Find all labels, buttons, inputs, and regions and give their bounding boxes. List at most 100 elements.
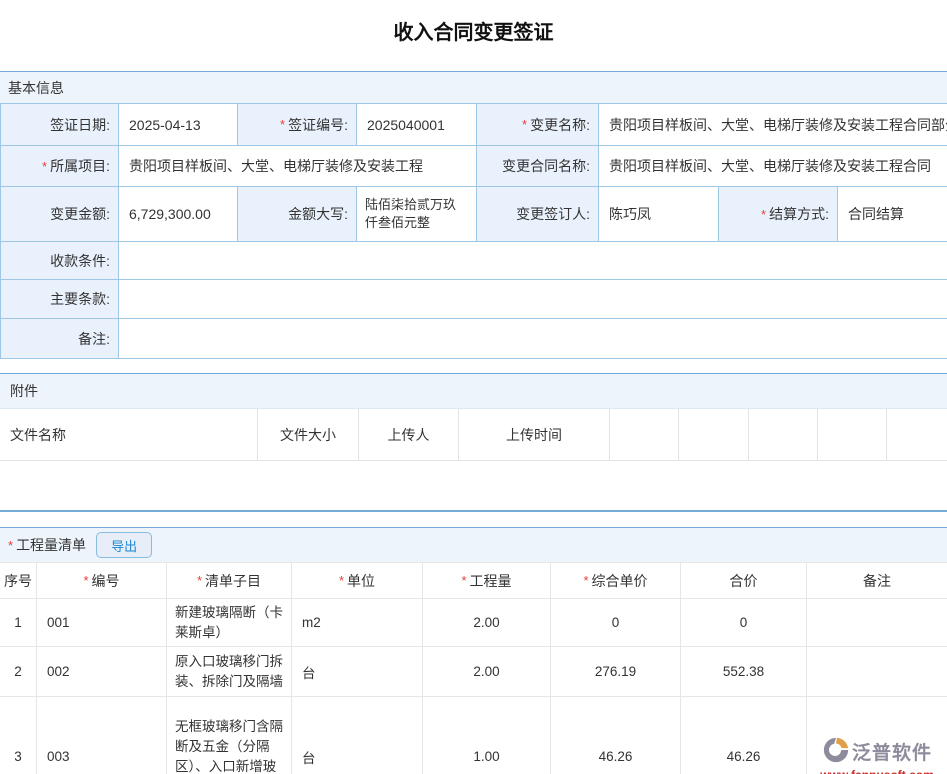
boq-row-qty[interactable]: 1.00 (423, 697, 551, 774)
sign-no-field[interactable]: 2025040001 (357, 104, 477, 146)
boq-col-label: 工程量 (470, 571, 512, 591)
required-asterisk: * (83, 573, 88, 588)
payment-terms-field[interactable] (119, 242, 947, 280)
basic-info-section-header: 基本信息 (0, 72, 947, 103)
field-label-text: 变更签订人: (516, 204, 590, 224)
attachment-col-empty (887, 409, 947, 460)
field-label-text: 金额大写: (288, 204, 348, 224)
field-label-text: 主要条款: (50, 289, 110, 309)
sign-date-label: 签证日期: (1, 104, 119, 146)
change-name-field[interactable]: 贵阳项目样板间、大堂、电梯厅装修及安装工程合同部分工 (599, 104, 947, 146)
boq-row-unitprice[interactable]: 46.26 (551, 697, 681, 774)
section-gap (0, 512, 947, 527)
boq-panel: * 工程量清单 导出 序号 *编号 *清单子目 *单位 *工程量 *综合单价 合… (0, 527, 947, 774)
boq-row-remark[interactable] (807, 647, 947, 697)
field-value-text: 陆佰柒拾贰万玖仟叁佰元整 (365, 196, 468, 231)
required-asterisk: * (280, 117, 285, 132)
attachment-col-uploader: 上传人 (359, 409, 459, 460)
boq-row-unit[interactable]: 台 (292, 647, 423, 697)
page-title: 收入合同变更签证 (0, 0, 947, 71)
boq-row-unit[interactable]: m2 (292, 599, 423, 647)
required-asterisk: * (461, 573, 466, 588)
required-asterisk: * (339, 573, 344, 588)
boq-col-label: 编号 (92, 571, 120, 591)
signer-field[interactable]: 陈巧凤 (599, 187, 719, 242)
required-asterisk: * (761, 207, 766, 222)
change-amount-field[interactable]: 6,729,300.00 (119, 187, 238, 242)
boq-col-unitprice: *综合单价 (551, 563, 681, 599)
attachments-empty-body (0, 461, 947, 512)
settle-method-label: *结算方式: (719, 187, 838, 242)
required-asterisk: * (197, 573, 202, 588)
watermark-brand-text: 泛普软件 (852, 738, 932, 765)
boq-col-unit: *单位 (292, 563, 423, 599)
field-label-text: 签证日期: (50, 115, 110, 135)
basic-info-panel: 基本信息 签证日期: 2025-04-13 *签证编号: 2025040001 … (0, 71, 947, 359)
boq-row-remark[interactable] (807, 599, 947, 647)
remark-field[interactable] (119, 319, 947, 359)
boq-col-label: 序号 (4, 571, 32, 591)
boq-row-code[interactable]: 003 (37, 697, 167, 774)
fanpu-logo-icon (822, 736, 850, 767)
boq-row-code[interactable]: 002 (37, 647, 167, 697)
boq-col-no: 序号 (0, 563, 37, 599)
boq-col-label: 备注 (863, 571, 891, 591)
change-contract-field[interactable]: 贵阳项目样板间、大堂、电梯厅装修及安装工程合同 (599, 146, 947, 187)
boq-row-code[interactable]: 001 (37, 599, 167, 647)
attachments-panel: 附件 文件名称 文件大小 上传人 上传时间 (0, 373, 947, 512)
watermark-url-text: www.fanpusoft.com (820, 768, 934, 774)
payment-terms-label: 收款条件: (1, 242, 119, 280)
boq-section-title: 工程量清单 (16, 535, 86, 555)
boq-row-total: 0 (681, 599, 807, 647)
boq-table: 序号 *编号 *清单子目 *单位 *工程量 *综合单价 合价 备注 1 001 … (0, 562, 947, 774)
attachment-col-uploadtime: 上传时间 (459, 409, 610, 460)
required-asterisk: * (583, 573, 588, 588)
main-terms-field[interactable] (119, 280, 947, 319)
sign-date-field[interactable]: 2025-04-13 (119, 104, 238, 146)
boq-row-item[interactable]: 原入口玻璃移门拆装、拆除门及隔墙 (167, 647, 292, 697)
settle-method-field[interactable]: 合同结算 (838, 187, 947, 242)
boq-row-remark: 泛普软件 www.fanpusoft.com (807, 697, 947, 774)
change-name-label: *变更名称: (477, 104, 599, 146)
boq-row-item[interactable]: 新建玻璃隔断（卡莱斯卓） (167, 599, 292, 647)
watermark: 泛普软件 (822, 736, 932, 767)
field-value-text: 合同结算 (848, 204, 904, 224)
boq-row-qty[interactable]: 2.00 (423, 599, 551, 647)
boq-row-total: 46.26 (681, 697, 807, 774)
boq-row-unit[interactable]: 台 (292, 697, 423, 774)
boq-item-text: 新建玻璃隔断（卡莱斯卓） (175, 603, 283, 642)
boq-row-total: 552.38 (681, 647, 807, 697)
amount-caps-field[interactable]: 陆佰柒拾贰万玖仟叁佰元整 (357, 187, 477, 242)
attachments-table-header: 文件名称 文件大小 上传人 上传时间 (0, 409, 947, 461)
attachment-col-filename: 文件名称 (0, 409, 258, 460)
field-value-text: 贵阳项目样板间、大堂、电梯厅装修及安装工程合同 (609, 156, 931, 176)
boq-row-item[interactable]: 无框玻璃移门含隔断及五金（分隔区）、入口新增玻璃门 金刚含五金 (167, 697, 292, 774)
project-field[interactable]: 贵阳项目样板间、大堂、电梯厅装修及安装工程 (119, 146, 477, 187)
field-label-text: 变更合同名称: (502, 156, 590, 176)
export-button[interactable]: 导出 (96, 532, 152, 558)
boq-row-qty[interactable]: 2.00 (423, 647, 551, 697)
boq-col-qty: * 工程量 (423, 563, 551, 599)
field-label-text: 收款条件: (50, 251, 110, 271)
boq-row-unitprice[interactable]: 276.19 (551, 647, 681, 697)
attachment-col-empty (679, 409, 749, 460)
boq-row-no: 1 (0, 599, 37, 647)
field-value-text: 6,729,300.00 (129, 206, 211, 222)
section-gap (0, 359, 947, 373)
boq-row-no: 3 (0, 697, 37, 774)
attachment-col-filesize: 文件大小 (258, 409, 359, 460)
field-value-text: 2025-04-13 (129, 117, 201, 133)
field-label-text: 结算方式: (769, 204, 829, 224)
boq-col-label: 合价 (730, 571, 758, 591)
boq-row-unitprice[interactable]: 0 (551, 599, 681, 647)
field-label-text: 所属项目: (50, 156, 110, 176)
basic-info-form: 签证日期: 2025-04-13 *签证编号: 2025040001 *变更名称… (0, 103, 947, 359)
change-contract-label: 变更合同名称: (477, 146, 599, 187)
boq-col-label: 单位 (347, 571, 375, 591)
project-label: *所属项目: (1, 146, 119, 187)
basic-info-section-title: 基本信息 (8, 78, 64, 98)
boq-col-code: * 编号 (37, 563, 167, 599)
boq-item-text: 原入口玻璃移门拆装、拆除门及隔墙 (175, 652, 283, 691)
signer-label: 变更签订人: (477, 187, 599, 242)
field-value-text: 贵阳项目样板间、大堂、电梯厅装修及安装工程 (129, 156, 423, 176)
